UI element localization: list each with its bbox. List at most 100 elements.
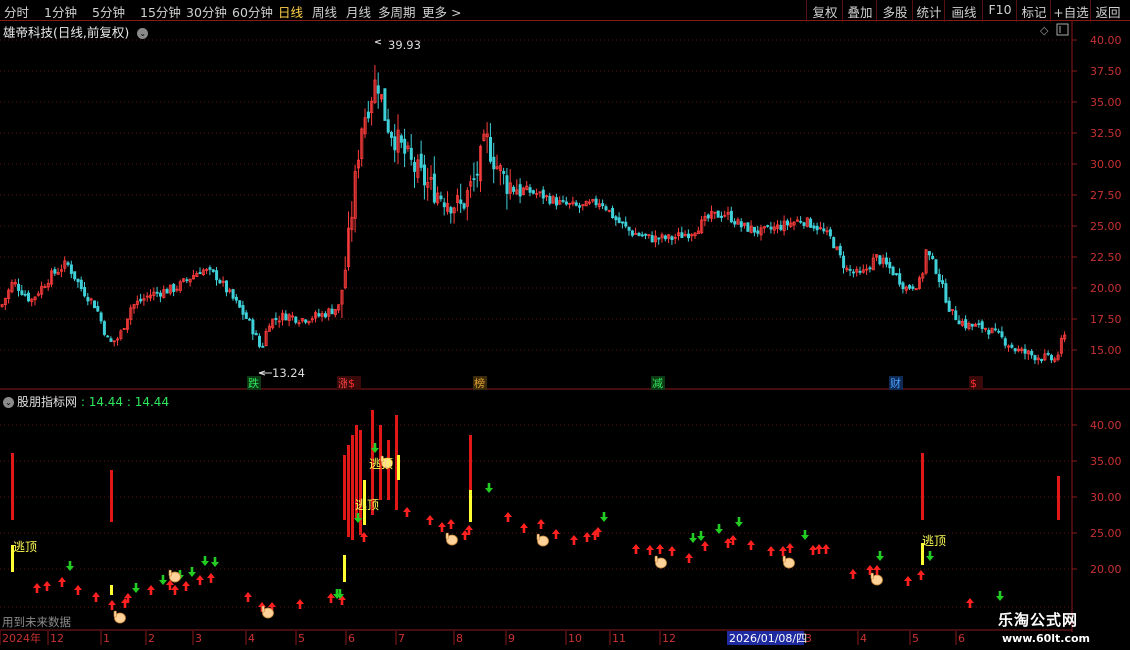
candle-body	[380, 94, 384, 100]
up-arrow-icon	[849, 569, 857, 579]
candle-body	[218, 279, 222, 284]
period-tab-5min[interactable]: 5分钟	[92, 2, 125, 21]
candle-body	[535, 193, 539, 195]
pointing-hand-icon	[536, 533, 549, 547]
period-tab-1min[interactable]: 1分钟	[44, 2, 77, 21]
candle-body	[673, 236, 677, 239]
up-arrow-icon	[244, 592, 252, 602]
candle-body	[469, 181, 473, 187]
event-tag-bg	[337, 376, 351, 390]
diamond-icon[interactable]: ◇	[1040, 24, 1049, 37]
event-tag[interactable]: 财	[890, 376, 901, 390]
indicator-bar	[11, 453, 14, 520]
up-arrow-icon	[917, 570, 925, 580]
candle-body	[459, 199, 463, 204]
fuquan-button[interactable]: 复权	[806, 0, 843, 22]
candle-body	[234, 296, 238, 301]
candle-body	[472, 178, 476, 181]
down-arrow-icon	[336, 589, 344, 599]
period-tab-30min[interactable]: 30分钟	[186, 2, 227, 21]
candle-body	[828, 229, 832, 237]
candle-body	[723, 214, 727, 217]
candle-body	[967, 322, 971, 330]
overlay-button[interactable]: 叠加	[842, 0, 877, 22]
period-tab-more[interactable]: 更多 >	[422, 2, 461, 21]
up-arrow-icon	[182, 581, 190, 591]
candle-body	[393, 136, 397, 151]
candle-body	[772, 226, 776, 231]
period-tab-fenshi[interactable]: 分时	[4, 2, 29, 21]
chevron-down-icon[interactable]: ⌄	[137, 28, 149, 39]
candle-body	[789, 222, 793, 227]
down-arrow-icon	[876, 551, 884, 561]
candle-body	[779, 224, 783, 230]
mark-button[interactable]: 标记	[1016, 0, 1051, 22]
candle-body	[300, 318, 304, 322]
candle-body	[139, 298, 143, 302]
candle-body	[630, 230, 634, 236]
date-label: 12	[50, 632, 64, 645]
up-arrow-icon	[360, 532, 368, 542]
event-tag[interactable]: $	[970, 377, 977, 390]
indicator-bar	[363, 483, 366, 500]
back-button[interactable]: 返回	[1090, 0, 1125, 22]
up-arrow-icon	[701, 541, 709, 551]
date-label: 6	[958, 632, 965, 645]
candle-body	[208, 267, 212, 270]
candle-body	[271, 318, 275, 329]
candle-body	[650, 235, 654, 243]
indicator-bar	[469, 435, 472, 520]
period-tab-weekly[interactable]: 周线	[312, 2, 337, 21]
add-favorite-button[interactable]: +自选	[1050, 0, 1091, 22]
f10-button[interactable]: F10	[982, 0, 1017, 22]
candle-body	[518, 184, 522, 197]
event-tag[interactable]: 跌	[248, 376, 259, 390]
candle-body	[465, 190, 469, 207]
up-arrow-icon	[171, 585, 179, 595]
date-highlight-box	[727, 631, 804, 645]
candle-body	[729, 210, 733, 223]
down-arrow-icon	[211, 557, 219, 567]
candle-body	[205, 269, 209, 271]
candle-body	[703, 216, 707, 221]
period-tab-60min[interactable]: 60分钟	[232, 2, 273, 21]
indicator-chevron-icon[interactable]: ⌄	[3, 397, 14, 408]
candle-body	[663, 235, 667, 240]
multi-stock-button[interactable]: 多股	[876, 0, 913, 22]
candle-body	[525, 185, 529, 191]
period-tab-monthly[interactable]: 月线	[346, 2, 371, 21]
period-tab-15min[interactable]: 15分钟	[140, 2, 181, 21]
candle-body	[617, 217, 621, 223]
candle-body	[201, 269, 205, 276]
up-arrow-icon	[447, 519, 455, 529]
event-tag[interactable]: 榜	[474, 376, 485, 390]
candle-body	[693, 232, 697, 237]
candle-body	[578, 205, 582, 208]
candle-body	[683, 234, 687, 237]
event-tag[interactable]: 涨	[338, 377, 349, 390]
indicator-value-2: 14.44	[134, 395, 170, 409]
candle-body	[333, 308, 337, 316]
candle-body	[762, 226, 766, 229]
candle-body	[439, 195, 443, 200]
candle-body	[475, 173, 479, 176]
event-tag[interactable]: 减	[652, 377, 663, 390]
candle-body	[1059, 337, 1063, 354]
candle-body	[1050, 355, 1054, 361]
indicator-bar	[921, 543, 924, 565]
candle-body	[422, 164, 426, 186]
window-icon[interactable]	[1056, 23, 1069, 36]
draw-line-button[interactable]: 画线	[944, 0, 983, 22]
up-arrow-icon	[904, 576, 912, 586]
candle-body	[848, 269, 852, 271]
down-arrow-icon	[66, 561, 74, 571]
statistics-button[interactable]: 统计	[912, 0, 945, 22]
period-tab-daily[interactable]: 日线	[278, 2, 303, 21]
event-tag[interactable]: $	[348, 377, 355, 390]
candle-body	[964, 319, 968, 329]
period-tab-multi[interactable]: 多周期	[378, 2, 416, 21]
date-label: 8	[456, 632, 463, 645]
indicator-bar	[347, 445, 350, 537]
candle-body	[611, 207, 615, 219]
candle-body	[766, 225, 770, 227]
